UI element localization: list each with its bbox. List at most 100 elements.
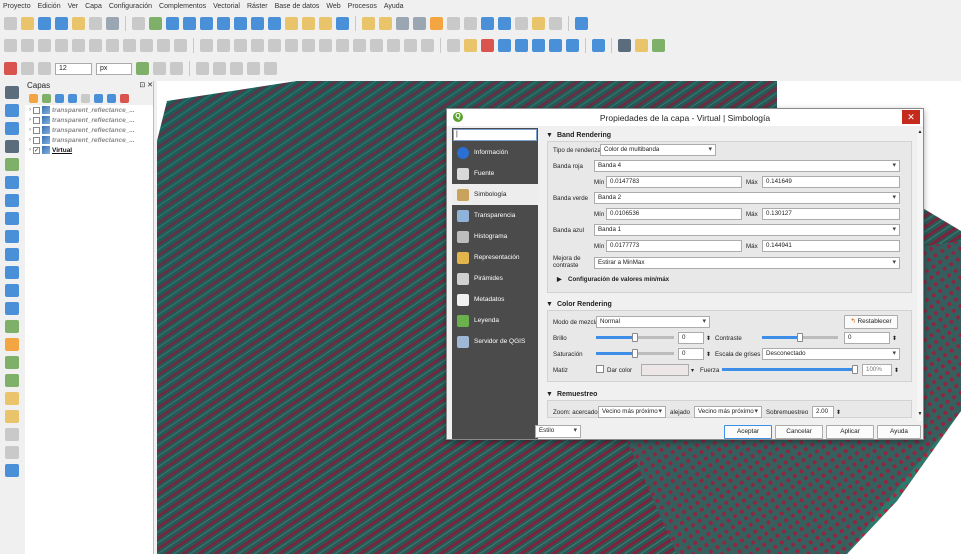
offset-curve-icon[interactable]	[319, 39, 332, 52]
save-project-icon[interactable]	[38, 17, 51, 30]
copy-icon[interactable]	[123, 39, 136, 52]
add-feature-icon[interactable]	[55, 39, 68, 52]
add-wms-icon[interactable]	[5, 266, 19, 279]
nav-item-metadata[interactable]: Metadatos	[452, 289, 538, 310]
diagram-icon[interactable]	[566, 39, 579, 52]
layer-item[interactable]: › transparent_reflectance_...	[25, 125, 153, 135]
bookmark-icon[interactable]	[302, 17, 315, 30]
spin-arrows-icon[interactable]: ⬍	[836, 409, 841, 416]
chevron-down-icon[interactable]: ▾	[691, 367, 694, 374]
nav-item-qgis-server[interactable]: Servidor de QGIS	[452, 331, 538, 352]
close-button[interactable]: ✕	[902, 110, 920, 124]
split-features-icon[interactable]	[336, 39, 349, 52]
nav-item-transparency[interactable]: Transparencia	[452, 205, 538, 226]
field-calculator-icon[interactable]	[447, 17, 460, 30]
shape-ellipse-icon[interactable]	[213, 62, 226, 75]
menu-web[interactable]: Web	[326, 3, 340, 10]
select-features-icon[interactable]	[379, 17, 392, 30]
show-labels-icon[interactable]	[481, 39, 494, 52]
plugin-extra-icon[interactable]	[652, 39, 665, 52]
menu-database[interactable]: Base de datos	[275, 3, 320, 10]
python-console-icon[interactable]	[635, 39, 648, 52]
new-project-icon[interactable]	[4, 17, 17, 30]
spin-arrows-icon[interactable]: ⬍	[892, 335, 897, 342]
save-as-icon[interactable]	[55, 17, 68, 30]
slider-handle[interactable]	[852, 365, 858, 374]
shape-star-icon[interactable]	[264, 62, 277, 75]
style-menu-button[interactable]: Estilo	[535, 425, 581, 438]
layout-manager-icon[interactable]	[89, 17, 102, 30]
digitize-icon[interactable]	[200, 39, 213, 52]
layer-checkbox-checked[interactable]: ✓	[33, 146, 40, 154]
zoomed-out-select[interactable]: Vecino más próximo	[694, 406, 762, 418]
delete-ring-icon[interactable]	[268, 39, 281, 52]
text-annotation-icon[interactable]	[549, 17, 562, 30]
zoom-layer-icon[interactable]	[251, 17, 264, 30]
vertex-tool-icon[interactable]	[72, 39, 85, 52]
remove-layer-icon[interactable]	[120, 94, 129, 103]
delete-selected-icon[interactable]	[89, 39, 102, 52]
add-virtual-layer-icon[interactable]	[5, 248, 19, 261]
simplify-icon[interactable]	[421, 39, 434, 52]
colorize-color-button[interactable]	[641, 364, 689, 376]
histogram-stretch-icon[interactable]	[5, 338, 19, 351]
select-value-icon[interactable]	[396, 17, 409, 30]
slider-handle[interactable]	[632, 333, 638, 342]
sum-icon[interactable]	[498, 17, 511, 30]
colorize-checkbox[interactable]	[596, 365, 604, 373]
pan-icon[interactable]	[132, 17, 145, 30]
nav-item-histogram[interactable]: Histograma	[452, 226, 538, 247]
menu-vector[interactable]: Vectorial	[213, 3, 240, 10]
map-tips-icon[interactable]	[532, 17, 545, 30]
add-oracle-icon[interactable]	[5, 230, 19, 243]
label-properties-icon[interactable]	[549, 39, 562, 52]
green-min-input[interactable]: 0.0106536	[606, 208, 742, 220]
visibility-icon[interactable]	[55, 94, 64, 103]
layer-checkbox[interactable]	[33, 136, 40, 144]
nav-item-symbology[interactable]: Simbología	[452, 184, 538, 205]
fill-ring-icon[interactable]	[251, 39, 264, 52]
rotate-point-icon[interactable]	[404, 39, 417, 52]
brightness-slider[interactable]	[596, 333, 674, 342]
expand-arrow-icon[interactable]: ›	[29, 137, 31, 143]
extra-tool-icon[interactable]	[5, 464, 19, 477]
trace-icon[interactable]	[170, 62, 183, 75]
pin-labels-icon[interactable]	[464, 39, 477, 52]
blue-band-select[interactable]: Banda 1	[594, 224, 900, 236]
expand-arrow-icon[interactable]: ›	[29, 107, 31, 113]
layer-checkbox[interactable]	[33, 106, 40, 114]
red-max-input[interactable]: 0.141649	[762, 176, 900, 188]
expand-arrow-icon[interactable]: ›	[29, 117, 31, 123]
georeferencer-icon[interactable]	[5, 428, 19, 441]
menu-project[interactable]: Proyecto	[3, 3, 31, 10]
add-wcs-icon[interactable]	[5, 284, 19, 297]
processing-toolbox-icon[interactable]	[481, 17, 494, 30]
reshape-icon[interactable]	[302, 39, 315, 52]
ok-button[interactable]: Aceptar	[724, 425, 772, 439]
zoom-full-icon[interactable]	[217, 17, 230, 30]
nav-item-source[interactable]: Fuente	[452, 163, 538, 184]
blend-mode-select[interactable]: Normal	[596, 316, 710, 328]
panel-close-icon[interactable]: ⊡ ✕	[139, 81, 153, 92]
current-edits-icon[interactable]	[4, 39, 17, 52]
layer-checkbox[interactable]	[33, 116, 40, 124]
new-map-view-icon[interactable]	[285, 17, 298, 30]
layer-item[interactable]: › transparent_reflectance_...	[25, 135, 153, 145]
paste-icon[interactable]	[140, 39, 153, 52]
menu-layer[interactable]: Capa	[85, 3, 102, 10]
style-manager-icon[interactable]	[106, 17, 119, 30]
strength-slider[interactable]	[722, 365, 858, 374]
blue-max-input[interactable]: 0.144941	[762, 240, 900, 252]
tolerance-unit-select[interactable]: px	[96, 62, 132, 75]
search-input[interactable]: |	[453, 129, 537, 141]
cancel-button[interactable]: Cancelar	[775, 425, 823, 439]
attribute-table-icon[interactable]	[430, 17, 443, 30]
collapse-all-icon[interactable]	[107, 94, 116, 103]
refresh-icon[interactable]	[336, 17, 349, 30]
add-delimited-text-icon[interactable]	[5, 140, 19, 153]
saturation-slider[interactable]	[596, 349, 674, 358]
label-tool-icon[interactable]	[447, 39, 460, 52]
nav-item-legend[interactable]: Leyenda	[452, 310, 538, 331]
layer-item[interactable]: › transparent_reflectance_...	[25, 115, 153, 125]
help-button[interactable]: Ayuda	[877, 425, 921, 439]
